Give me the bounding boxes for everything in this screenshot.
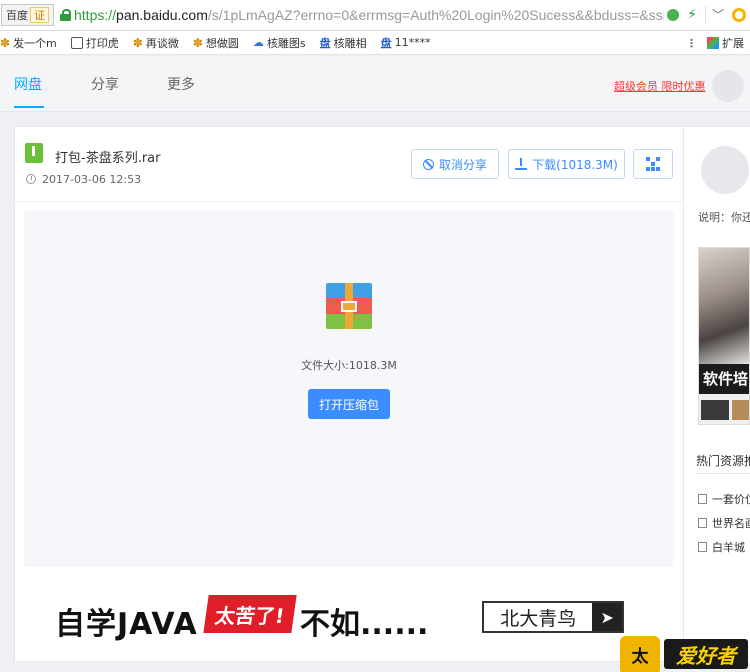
document-icon <box>698 518 707 528</box>
search-icon[interactable] <box>732 7 746 22</box>
tab-netdisk[interactable]: 网盘 <box>14 74 42 94</box>
url-field[interactable]: https://pan.baidu.com/s/1pLmAgAZ?errno=0… <box>74 7 664 23</box>
bookmark-item[interactable]: ✽ 发一个m <box>0 35 57 51</box>
list-item[interactable]: 白羊城 <box>698 535 750 559</box>
ad-headline-rest: 不如...... <box>300 607 429 642</box>
sharer-avatar[interactable] <box>701 146 749 194</box>
file-preview: 文件大小:1018.3M 打开压缩包 <box>24 211 674 567</box>
watermark-text: 爱好者 <box>664 639 748 669</box>
tab-share[interactable]: 分享 <box>91 74 119 94</box>
divider <box>696 473 750 474</box>
list-item[interactable]: 世界名画 <box>698 511 750 535</box>
ad-caption: 软件培 <box>699 364 749 394</box>
paw-icon: ✽ <box>0 35 11 50</box>
download-icon <box>515 158 528 170</box>
address-bar-icons: ⚡ ﹀ <box>667 6 746 23</box>
file-card: 打包-茶盘系列.rar 2017-03-06 12:53 取消分享 下载(101… <box>14 126 685 662</box>
lock-icon <box>60 9 71 21</box>
printer-icon <box>70 36 83 49</box>
site-watermark: 太 爱好者 <box>616 636 750 672</box>
pan-icon: 盘 <box>319 36 331 50</box>
cursor-icon: ➤ <box>592 603 622 631</box>
download-button[interactable]: 下载(1018.3M) <box>508 149 625 179</box>
certificate-badge[interactable]: 证 <box>30 7 49 23</box>
cloud-icon: ☁ <box>252 36 264 49</box>
search-engine-selector[interactable]: 百度 证 <box>1 4 54 26</box>
file-size: 文件大小:1018.3M <box>301 359 397 372</box>
avatar[interactable] <box>712 70 744 102</box>
hot-resources-title: 热门资源推 <box>696 454 750 468</box>
ban-icon <box>422 158 434 170</box>
address-bar: 百度 证 https://pan.baidu.com/s/1pLmAgAZ?er… <box>0 0 750 31</box>
tab-more[interactable]: 更多 <box>167 74 195 94</box>
hot-resources-list: 一套价位 世界名画 白羊城 <box>698 487 750 559</box>
lightning-icon[interactable]: ⚡ <box>687 7 697 23</box>
divider <box>15 201 685 202</box>
right-sidebar: 说明：你还 软件培 热门资源推 一套价位 世界名画 白羊城 <box>684 126 750 662</box>
search-engine-label: 百度 <box>6 9 28 22</box>
qrcode-icon <box>646 157 660 171</box>
ad-thumbnails <box>701 400 749 420</box>
bookmark-item[interactable]: 打印虎 <box>70 35 119 51</box>
pan-icon: 盘 <box>380 36 392 50</box>
bookmark-item[interactable]: ✽ 想做圆 <box>193 35 239 51</box>
extensions-button[interactable]: 扩展 <box>707 35 744 51</box>
ad-banner[interactable]: 自学JAVA 太苦了! 不如...... 北大青鸟 ➤ <box>24 577 674 657</box>
bookmark-item[interactable]: 盘 11**** <box>381 35 431 51</box>
paw-icon: ✽ <box>132 35 143 50</box>
ad-headline: 自学JAVA <box>55 607 198 642</box>
more-icon[interactable]: ⋮ <box>686 37 697 50</box>
site-nav: 网盘 分享 更多 超级会员 限时优惠 <box>0 56 750 112</box>
ad-photo <box>699 248 749 364</box>
sidebar-ad[interactable]: 软件培 <box>698 247 750 425</box>
file-name: 打包-茶盘系列.rar <box>55 151 161 166</box>
bookmarks-right: ⋮ 扩展 <box>686 35 744 51</box>
bookmark-item[interactable]: ✽ 再谈微 <box>133 35 179 51</box>
cancel-share-button[interactable]: 取消分享 <box>411 149 499 179</box>
file-date: 2017-03-06 12:53 <box>42 173 142 186</box>
qrcode-button[interactable] <box>633 149 673 179</box>
bookmark-item[interactable]: ☁ 核雕图s <box>253 35 306 51</box>
extensions-icon <box>707 37 719 49</box>
document-icon <box>698 542 707 552</box>
ad-brand-logo: 北大青鸟 ➤ <box>482 601 624 633</box>
sharer-note: 说明：你还 <box>698 211 750 224</box>
bookmark-item[interactable]: 盘核雕相 <box>320 35 367 51</box>
rar-file-icon <box>25 143 43 163</box>
active-tab-indicator <box>14 106 44 108</box>
paw-icon: ✽ <box>192 35 203 50</box>
mascot-logo: 太 <box>620 636 660 672</box>
archive-icon <box>326 283 372 329</box>
refresh-icon[interactable] <box>667 8 680 21</box>
list-item[interactable]: 一套价位 <box>698 487 750 511</box>
clock-icon <box>26 174 36 184</box>
chevron-down-icon[interactable]: ﹀ <box>704 6 724 23</box>
bookmarks-bar: ✽ 发一个m 打印虎 ✽ 再谈微 ✽ 想做圆 ☁ 核雕图s 盘核雕相 盘 11**** ⋮… <box>0 31 750 55</box>
open-archive-button[interactable]: 打开压缩包 <box>308 389 390 419</box>
vip-promo-link[interactable]: 超级会员 限时优惠 <box>614 78 706 94</box>
ad-tag: 太苦了! <box>203 595 297 633</box>
document-icon <box>698 494 707 504</box>
